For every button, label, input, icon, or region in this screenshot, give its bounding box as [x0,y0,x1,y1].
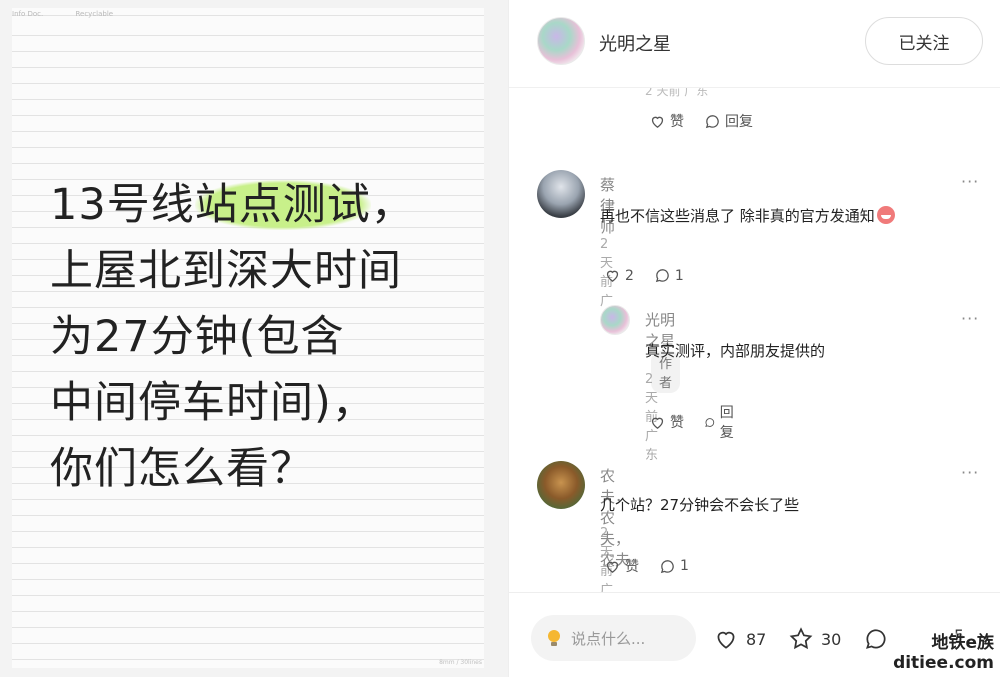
heart-icon [717,631,735,649]
like-button[interactable]: 赞 [649,111,684,131]
like-post-button[interactable]: 87 [713,626,766,652]
comment-bubble-icon [705,114,719,128]
comment-post-button[interactable] [863,626,889,652]
reply-button[interactable]: 1 [659,556,689,576]
reply-count: 1 [680,558,689,574]
comment-input-placeholder: 说点什么... [571,629,646,648]
comment-bubble-icon [865,629,886,649]
comment-text: 几个站？27分钟会不会长了些 [600,496,800,514]
commenter-avatar[interactable] [537,461,585,509]
reply-count: 1 [674,267,684,284]
note-line: 为27分钟(包含 [50,312,345,362]
star-icon [789,627,813,650]
heart-icon [606,561,619,573]
collect-count: 30 [821,629,842,649]
paper-header-left: Info Doc. [12,10,44,18]
comment-actions: 2 1 [604,267,684,284]
comment-actions: 赞 回复 [649,402,739,442]
like-button[interactable]: 2 [604,267,634,284]
more-options-icon[interactable]: ··· [961,463,979,482]
comment-text: 真实测评，内部朋友提供的 [645,342,826,360]
comment-actions: 赞 1 [604,556,689,576]
heart-icon [606,270,619,282]
like-label: 赞 [670,114,684,130]
more-options-icon[interactable]: ··· [961,172,979,191]
like-button[interactable]: 赞 [649,402,684,442]
author-name[interactable]: 光明之星 [599,30,671,56]
like-button[interactable]: 赞 [604,556,639,576]
commenter-avatar[interactable] [537,170,585,218]
comment-text-body: 再也不信这些消息了 除非真的官方发通知 [600,207,875,225]
comment-bubble-icon [655,269,669,283]
follow-button[interactable]: 已关注 [865,17,983,65]
note-line: 你们怎么看？ [50,444,314,494]
reply-button[interactable]: 1 [654,267,684,284]
comment-text: 再也不信这些消息了 除非真的官方发通知 [600,205,895,226]
paper-footer: 8mm / 30lines [439,659,482,666]
angry-face-icon [876,206,895,224]
paper-header-right: Recyclable [75,10,114,18]
note-line: 中间停车时间)， [50,378,376,428]
reply-label: 回复 [719,405,734,441]
note-image: Info Doc. Recyclable 8mm / 30lines 13号线站… [0,0,508,677]
collect-button[interactable]: 30 [788,626,841,652]
highlighted-text: 站点测试 [194,180,371,230]
comment-bubble-icon [660,559,674,573]
like-label: 赞 [625,559,639,575]
watermark-line-1: 地铁e族 [931,633,994,653]
reply-button[interactable]: 回复 [704,111,753,131]
heart-icon [651,116,664,128]
comment-bubble-icon [705,417,715,427]
note-line: 上屋北到深大时间 [50,246,402,296]
like-count: 2 [625,267,634,284]
comment-input[interactable]: 说点什么... [531,615,696,661]
post-header: 光明之星 已关注 [509,0,1000,88]
reply-button[interactable]: 回复 [704,402,739,442]
author-avatar[interactable] [537,17,585,65]
commenter-avatar[interactable] [600,305,630,335]
more-options-icon[interactable]: ··· [961,309,979,328]
note-line: 13号线站点测试， [50,172,470,238]
partial-comment-actions: 赞 回复 [649,111,753,131]
heart-icon [651,417,664,429]
watermark: 地铁e族 ditiee.com [893,633,994,673]
paper-header: Info Doc. Recyclable [12,10,113,18]
like-count: 87 [746,629,767,649]
lightbulb-icon [548,630,560,646]
like-label: 赞 [670,415,684,431]
note-text: 13号线站点测试， 上屋北到深大时间 为27分钟(包含 中间停车时间)， 你们怎… [50,172,470,502]
note-line-text: ， [370,180,415,230]
reply-label: 回复 [725,114,753,130]
watermark-line-2: ditiee.com [893,653,994,673]
comments-panel: 2 天前 广东 赞 回复 光明之星 已关注 蔡律师 ··· 再也不信这些消息了 … [508,0,1000,677]
note-line-text: 13号线 [50,180,195,230]
